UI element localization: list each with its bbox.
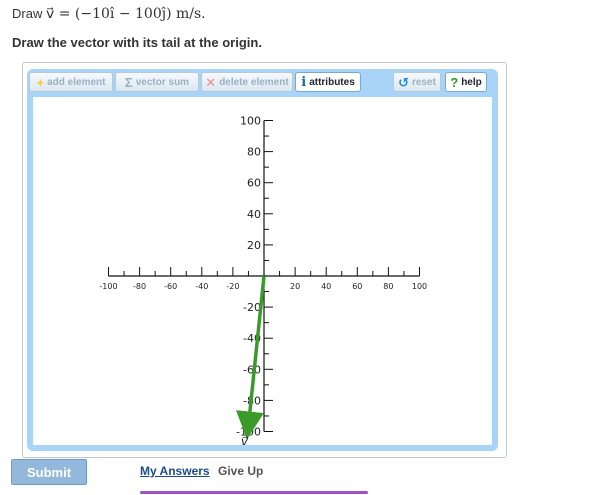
x-tick-label: -60 [164, 282, 177, 291]
applet-toolbar: + add element Σ vector sum ✕ delete elem… [27, 69, 498, 95]
coordinate-graph[interactable]: -100 -80 -60 -40 -20 20 40 60 80 100 100 80 60 40 20 -2… [33, 97, 492, 449]
reset-icon: ↺ [398, 74, 409, 90]
y-tick-label: -20 [243, 301, 261, 314]
sigma-icon: Σ [124, 74, 133, 90]
submit-button[interactable]: Submit [11, 459, 87, 485]
x-tick-label: 100 [412, 282, 427, 291]
attributes-label: attributes [309, 76, 355, 88]
info-icon: i [301, 74, 307, 90]
delete-element-label: delete element [219, 76, 289, 88]
problem-statement: Draw v⃗ = (−10î − 100ĵ) m/s. [12, 6, 206, 22]
drawing-canvas[interactable]: -100 -80 -60 -40 -20 20 40 60 80 100 100 80 60 40 20 -2… [33, 97, 492, 449]
y-tick-label: 100 [240, 115, 261, 128]
give-up-link[interactable]: Give Up [218, 464, 263, 478]
add-element-label: add element [47, 76, 106, 88]
applet-panel: + add element Σ vector sum ✕ delete elem… [27, 69, 498, 451]
reset-button[interactable]: ↺ reset [393, 72, 441, 92]
vector-expression: v⃗ = (−10î − 100ĵ) m/s. [45, 6, 206, 22]
plus-icon: + [36, 74, 45, 90]
help-label: help [461, 76, 482, 88]
x-tick-label: 20 [290, 282, 300, 291]
divider [140, 491, 368, 494]
instruction-text: Draw the vector with its tail at the ori… [12, 35, 262, 50]
y-tick-label: 60 [247, 177, 261, 190]
question-icon: ? [450, 74, 459, 90]
add-element-button[interactable]: + add element [29, 72, 113, 92]
y-tick-label: -100 [236, 426, 261, 439]
y-tick-label: 40 [247, 208, 261, 221]
help-button[interactable]: ? help [445, 72, 487, 92]
vector-drawing-applet: + add element Σ vector sum ✕ delete elem… [22, 62, 507, 458]
vector-v-label: v⃗ [241, 435, 249, 446]
prompt-prefix: Draw [12, 6, 43, 21]
x-tick-label: 80 [383, 282, 393, 291]
x-tick-label: -80 [133, 282, 146, 291]
y-tick-label: 20 [247, 239, 261, 252]
x-tick-label: 40 [321, 282, 331, 291]
attributes-button[interactable]: i attributes [295, 72, 361, 92]
my-answers-link[interactable]: My Answers [140, 464, 210, 478]
vector-sum-label: vector sum [135, 76, 190, 88]
x-tick-label: 60 [352, 282, 362, 291]
x-tick-label: -40 [195, 282, 208, 291]
x-tick-label: -100 [99, 282, 117, 291]
delete-element-button[interactable]: ✕ delete element [201, 72, 293, 92]
y-tick-label: 80 [247, 146, 261, 159]
vector-sum-button[interactable]: Σ vector sum [115, 72, 199, 92]
x-tick-label: -20 [226, 282, 239, 291]
x-icon: ✕ [205, 74, 217, 90]
reset-label: reset [412, 76, 436, 88]
